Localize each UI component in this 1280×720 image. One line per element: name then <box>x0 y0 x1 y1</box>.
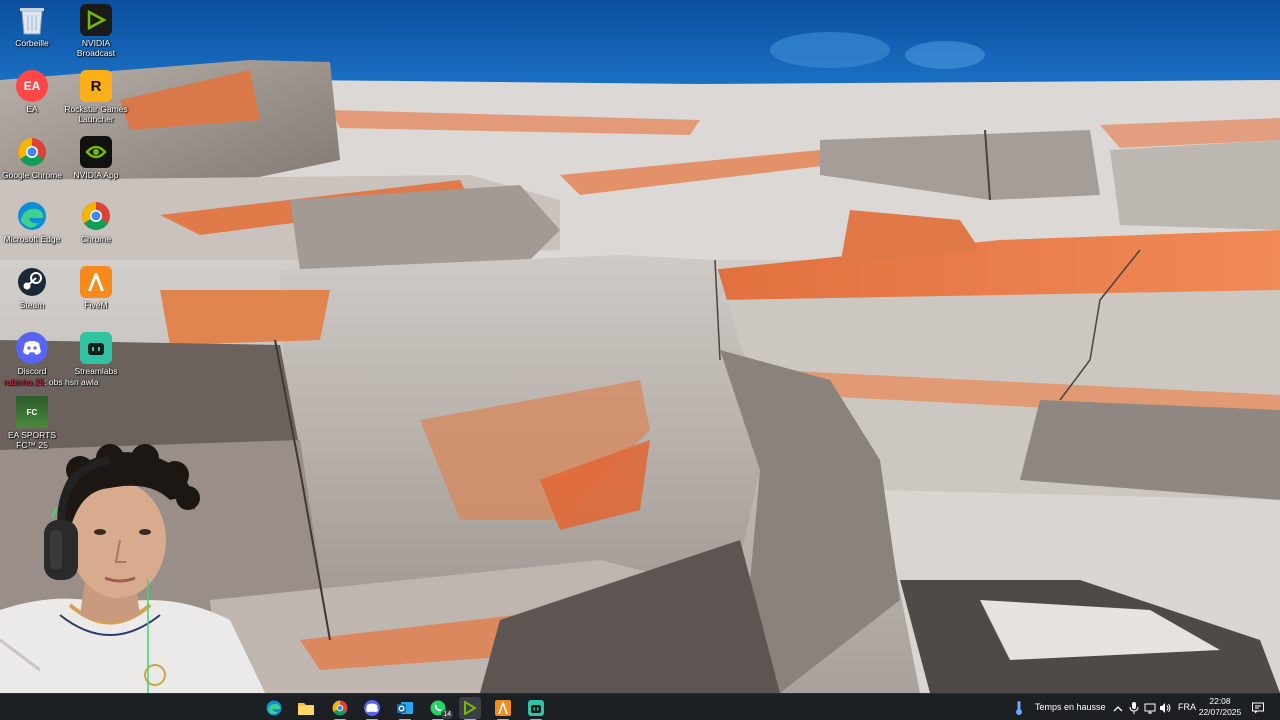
clock[interactable]: 22:08 22/07/2025 <box>1198 696 1242 718</box>
desktop-icon-label: NVIDIA Broadcast <box>76 38 116 58</box>
chrome-icon <box>332 700 348 716</box>
language-indicator[interactable]: FRA <box>1178 702 1196 712</box>
taskbar-app-discord[interactable] <box>361 697 383 720</box>
desktop-icon-label: Microsoft Edge <box>3 234 61 244</box>
recycle-bin-icon <box>16 4 48 36</box>
ea-sports-fc-icon: FC <box>16 396 48 428</box>
streamlabs-icon <box>528 700 544 716</box>
nvidia-broadcast-icon <box>80 4 112 36</box>
google-chrome-icon <box>16 136 48 168</box>
nvidia-broadcast-icon <box>464 701 477 715</box>
folder-icon <box>298 703 314 715</box>
desktop-icon-nvidia-broadcast[interactable]: NVIDIA Broadcast <box>64 4 128 58</box>
taskbar-app-file-explorer[interactable] <box>295 697 317 719</box>
taskbar: 14 Temps en hausse FRA 22:08 22/07/2025 <box>0 693 1280 720</box>
desktop-icon-label: Discord <box>17 366 47 376</box>
discord-icon <box>364 700 380 716</box>
taskbar-app-streamlabs[interactable] <box>525 697 547 720</box>
taskbar-app-edge[interactable] <box>263 697 285 719</box>
fivem-icon <box>80 266 112 298</box>
desktop-icon-discord[interactable]: Discord <box>0 332 64 376</box>
microphone-icon[interactable] <box>1129 701 1141 714</box>
desktop-icon-chrome-profile[interactable]: Chrome <box>64 200 128 244</box>
desktop-icon-rockstar[interactable]: R Rockstar Games Launcher <box>64 70 128 124</box>
desktop-icon-label: Rockstar Games Launcher <box>64 104 128 124</box>
taskbar-app-outlook[interactable] <box>394 697 416 720</box>
ea-app-icon: EA <box>16 70 48 102</box>
desktop-icon-fivem[interactable]: FiveM <box>64 266 128 310</box>
microsoft-edge-icon <box>16 200 48 232</box>
taskbar-app-chrome[interactable] <box>329 697 351 720</box>
clock-time: 22:08 <box>1209 696 1231 706</box>
weather-text[interactable]: Temps en hausse <box>1035 702 1106 712</box>
notification-icon[interactable] <box>1252 701 1264 714</box>
desktop-icon-label: Chrome <box>80 234 112 244</box>
desktop-icon-label: FiveM <box>84 300 108 310</box>
thermometer-icon[interactable] <box>1015 701 1023 715</box>
desktop-icon-recycle-bin[interactable]: Corbeille <box>0 4 64 48</box>
webcam-overlay <box>0 440 270 693</box>
chat-message: : obs hsn awla <box>44 377 99 387</box>
outlook-icon <box>397 702 413 714</box>
desktop-icon-google-chrome[interactable]: Google Chrome <box>0 136 64 180</box>
chat-username: rubinho.25 <box>4 377 45 387</box>
desktop-icon-label: EA <box>26 104 38 114</box>
steam-icon <box>16 266 48 298</box>
volume-icon[interactable] <box>1159 701 1171 713</box>
webcam-person-image <box>0 444 265 693</box>
desktop-icon-label: Corbeille <box>15 38 49 48</box>
chevron-up-icon[interactable] <box>1113 701 1125 713</box>
chrome-profile-icon <box>80 200 112 232</box>
taskbar-app-nvidia-broadcast[interactable] <box>459 697 481 720</box>
clock-date: 22/07/2025 <box>1198 707 1242 717</box>
desktop-icon-label: Streamlabs <box>74 366 118 376</box>
streamlabs-icon <box>80 332 112 364</box>
discord-icon <box>16 332 48 364</box>
chat-overlay: rubinho.25: obs hsn awla <box>4 377 99 387</box>
desktop-icon-ea[interactable]: EA EA <box>0 70 64 114</box>
desktop-icon-steam[interactable]: Steam <box>0 266 64 310</box>
network-icon[interactable] <box>1144 701 1156 714</box>
desktop-icon-label: Steam <box>19 300 45 310</box>
taskbar-app-whatsapp[interactable]: 14 <box>427 697 453 720</box>
desktop-icon-label: NVIDIA App <box>73 170 119 180</box>
fivem-icon <box>495 700 511 716</box>
nvidia-app-icon <box>80 136 112 168</box>
desktop-icon-streamlabs[interactable]: Streamlabs <box>64 332 128 376</box>
desktop-icon-nvidia-app[interactable]: NVIDIA App <box>64 136 128 180</box>
edge-icon <box>266 700 282 716</box>
desktop-icon-microsoft-edge[interactable]: Microsoft Edge <box>0 200 64 244</box>
taskbar-app-fivem[interactable] <box>492 697 514 720</box>
rockstar-launcher-icon: R <box>80 70 112 102</box>
whatsapp-badge: 14 <box>441 710 453 719</box>
desktop-icon-label: Google Chrome <box>1 170 62 180</box>
